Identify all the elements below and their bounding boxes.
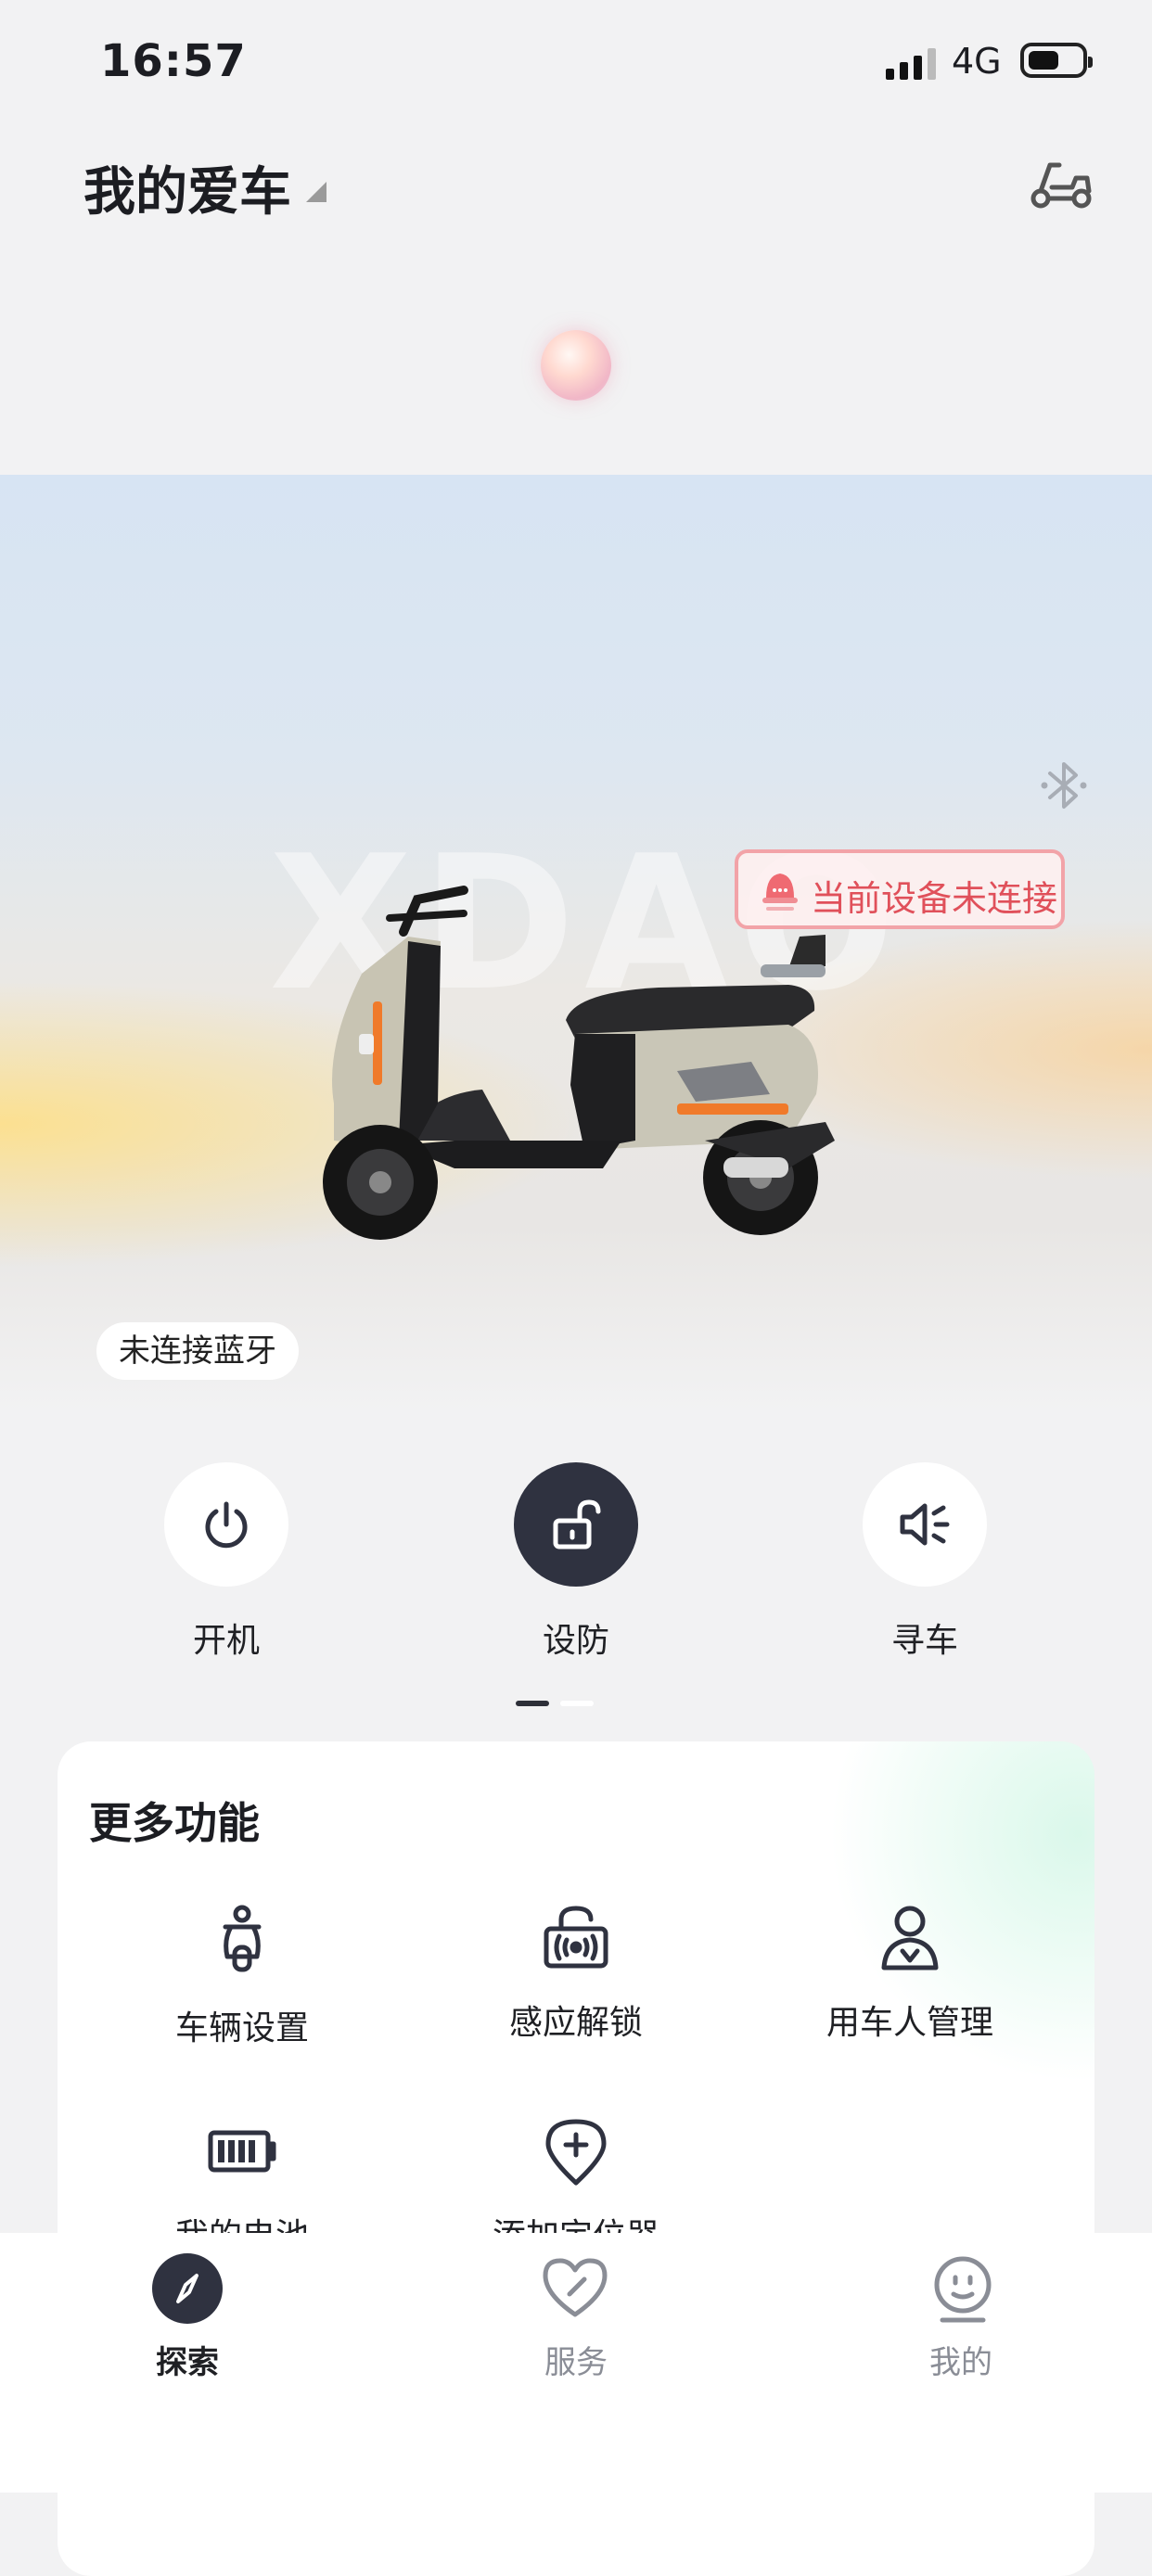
page-indicator-active bbox=[516, 1701, 549, 1706]
speaker-icon bbox=[900, 1503, 950, 1546]
scooter-settings-icon[interactable] bbox=[207, 1903, 277, 1973]
feature-label[interactable]: 用车人管理 bbox=[789, 1996, 1030, 2044]
feature-label[interactable]: 添加定位器 bbox=[455, 2209, 697, 2233]
battery-status-icon bbox=[1020, 43, 1093, 78]
power-label: 开机 bbox=[192, 1622, 260, 1660]
dropdown-caret-icon[interactable] bbox=[306, 182, 326, 202]
network-label: 4G bbox=[952, 41, 1002, 82]
page-title[interactable]: 我的爱车 bbox=[83, 150, 291, 225]
arm-button[interactable] bbox=[514, 1462, 638, 1587]
feature-label[interactable]: 我的电池 bbox=[122, 2209, 363, 2233]
feature-label[interactable]: 车辆设置 bbox=[122, 2001, 363, 2049]
more-features-title: 更多功能 bbox=[89, 1798, 260, 1848]
unlock-icon bbox=[553, 1499, 601, 1549]
user-icon[interactable] bbox=[875, 1903, 945, 1973]
tab-label[interactable]: 探索 bbox=[113, 2337, 262, 2382]
tab-explore[interactable] bbox=[152, 2253, 223, 2324]
add-locator-icon[interactable] bbox=[541, 2116, 611, 2187]
smile-icon[interactable] bbox=[928, 2253, 998, 2324]
power-icon bbox=[205, 1501, 248, 1549]
bluetooth-status-chip[interactable]: 未连接蓝牙 bbox=[96, 1322, 299, 1380]
feature-label[interactable]: 感应解锁 bbox=[455, 1996, 697, 2044]
compass-icon bbox=[176, 2274, 198, 2303]
arm-label: 设防 bbox=[542, 1622, 609, 1660]
page-indicator[interactable] bbox=[560, 1701, 594, 1706]
signal-icon bbox=[886, 48, 936, 80]
tab-label[interactable]: 我的 bbox=[887, 2337, 1035, 2382]
nfc-unlock-icon[interactable] bbox=[541, 1903, 611, 1973]
power-button[interactable] bbox=[164, 1462, 288, 1587]
status-time: 16:57 bbox=[100, 35, 247, 87]
find-vehicle-label: 寻车 bbox=[890, 1622, 958, 1660]
tab-label[interactable]: 服务 bbox=[502, 2337, 650, 2382]
loading-orb bbox=[541, 330, 611, 401]
battery-icon[interactable] bbox=[207, 2116, 277, 2187]
vehicle-image bbox=[323, 886, 835, 1240]
bluetooth-icon[interactable] bbox=[1041, 759, 1087, 812]
switch-vehicle-icon[interactable] bbox=[1028, 150, 1094, 217]
find-vehicle-button[interactable] bbox=[863, 1462, 987, 1587]
heart-icon[interactable] bbox=[540, 2253, 610, 2324]
